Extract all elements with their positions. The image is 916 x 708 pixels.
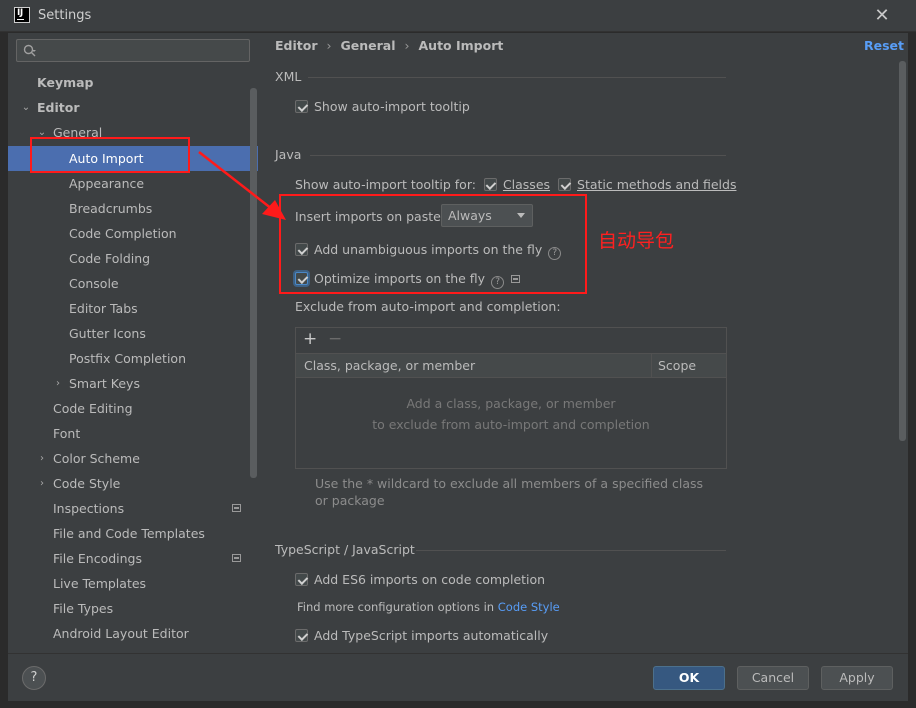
cancel-button[interactable]: Cancel (737, 666, 809, 690)
annotation-text: 自动导包 (598, 230, 675, 252)
apply-button[interactable]: Apply (821, 666, 893, 690)
ok-button[interactable]: OK (653, 666, 725, 690)
annotation-arrow-icon (198, 151, 286, 220)
help-button[interactable]: ? (22, 666, 46, 690)
dialog-footer: ? OK Cancel Apply (8, 653, 908, 701)
